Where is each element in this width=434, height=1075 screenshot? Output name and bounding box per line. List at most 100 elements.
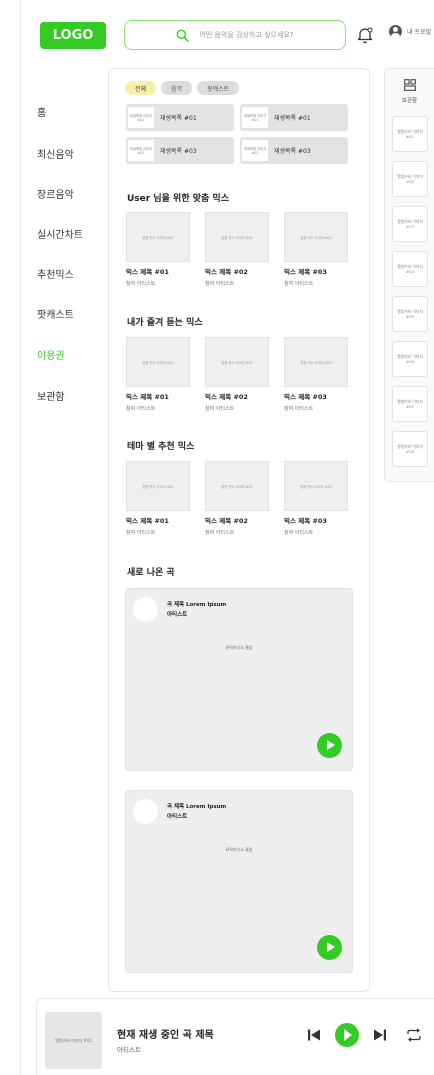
notification-bell-icon[interactable] bbox=[357, 26, 373, 44]
playlist-thumbnail: 재생목록 이미지 #01 bbox=[128, 107, 154, 128]
section-title: User 님을 위한 맞춤 믹스 bbox=[127, 194, 229, 204]
previous-icon[interactable] bbox=[307, 1028, 321, 1042]
section-title: 새로 나온 곡 bbox=[127, 568, 175, 578]
play-icon[interactable] bbox=[317, 935, 342, 960]
player-bar: 앨범커버 이미지 #01 현재 재생 중인 곡 제목 아티스트 bbox=[36, 998, 434, 1075]
mix-card[interactable]: 맞춤 믹스 이미지 #01 믹스 제목 #01 참여 아티스트 bbox=[126, 212, 190, 287]
new-song-card[interactable]: 곡 제목 Lorem Ipsum 아티스트 뮤직비디오 클립 bbox=[125, 588, 353, 771]
recent-playlist-card[interactable]: 재생목록 이미지 #01 재생목록 #01 bbox=[240, 104, 348, 131]
album-cover[interactable]: 앨범커버 이미지 #07 bbox=[392, 386, 428, 422]
mix-artist: 참여 아티스트 bbox=[205, 281, 235, 287]
song-artist-avatar bbox=[133, 799, 158, 824]
playlist-thumbnail: 재생목록 이미지 #03 bbox=[128, 140, 154, 161]
mix-thumbnail: 맞춤 믹스 이미지 #02 bbox=[205, 212, 269, 262]
sidebar-item-latest-music[interactable]: 최신음악 bbox=[37, 146, 74, 161]
mix-artist: 참여 아티스트 bbox=[205, 530, 235, 536]
mix-thumbnail: 맞춤 믹스 이미지 #03 bbox=[284, 212, 348, 262]
mix-card[interactable]: 맞춤 믹스 이미지 #03 믹스 제목 #03 참여 아티스트 bbox=[284, 337, 348, 412]
main-content: 전체 음악 팟캐스트 재생목록 이미지 #01 재생목록 #01 재생목록 이미… bbox=[108, 68, 370, 992]
section-title: 테마 별 추천 믹스 bbox=[127, 442, 195, 452]
sidebar-item-recommended-mix[interactable]: 추천믹스 bbox=[37, 266, 74, 281]
mix-card[interactable]: 맞춤 믹스 이미지 #03 믹스 제목 #03 참여 아티스트 bbox=[284, 461, 348, 536]
mix-thumbnail: 맞춤 믹스 이미지 #02 bbox=[205, 337, 269, 387]
mix-artist: 참여 아티스트 bbox=[126, 281, 156, 287]
mix-card[interactable]: 맞춤 믹스 이미지 #01 믹스 제목 #01 참여 아티스트 bbox=[126, 461, 190, 536]
logo[interactable]: LOGO bbox=[40, 22, 106, 49]
album-cover[interactable]: 앨범커버 이미지 #02 bbox=[392, 161, 428, 197]
mix-title: 믹스 제목 #03 bbox=[284, 393, 327, 401]
album-cover[interactable]: 앨범커버 이미지 #03 bbox=[392, 206, 428, 242]
recent-playlist-card[interactable]: 재생목록 이미지 #03 재생목록 #03 bbox=[126, 137, 234, 164]
chip-all[interactable]: 전체 bbox=[125, 81, 157, 95]
mix-title: 믹스 제목 #02 bbox=[205, 393, 248, 401]
mix-artist: 참여 아티스트 bbox=[126, 406, 156, 412]
profile-avatar-icon bbox=[389, 25, 402, 38]
mix-title: 믹스 제목 #01 bbox=[126, 393, 169, 401]
sidebar-item-home[interactable]: 홈 bbox=[37, 104, 46, 119]
music-video-clip[interactable]: 뮤직비디오 클립 bbox=[126, 847, 352, 853]
album-cover[interactable]: 앨범커버 이미지 #08 bbox=[392, 431, 428, 467]
mix-artist: 참여 아티스트 bbox=[126, 530, 156, 536]
library-label: 보관함 bbox=[401, 98, 418, 104]
playlist-thumbnail: 재생목록 이미지 #01 bbox=[242, 107, 268, 128]
mix-card[interactable]: 맞춤 믹스 이미지 #02 믹스 제목 #02 참여 아티스트 bbox=[205, 337, 269, 412]
mix-title: 믹스 제목 #01 bbox=[126, 517, 169, 525]
chip-podcast[interactable]: 팟캐스트 bbox=[197, 81, 240, 95]
song-title: 곡 제목 Lorem Ipsum bbox=[167, 804, 227, 810]
next-icon[interactable] bbox=[373, 1028, 387, 1042]
filter-chips: 전체 음악 팟캐스트 bbox=[125, 81, 240, 95]
recent-playlist-card[interactable]: 재생목록 이미지 #03 재생목록 #03 bbox=[240, 137, 348, 164]
mix-title: 믹스 제목 #03 bbox=[284, 268, 327, 276]
playlist-label: 재생목록 #01 bbox=[160, 115, 197, 122]
sidebar-item-genre-music[interactable]: 장르음악 bbox=[37, 186, 74, 201]
mix-title: 믹스 제목 #01 bbox=[126, 268, 169, 276]
mix-thumbnail: 맞춤 믹스 이미지 #01 bbox=[126, 337, 190, 387]
mix-title: 믹스 제목 #03 bbox=[284, 517, 327, 525]
playlist-label: 재생목록 #01 bbox=[274, 115, 311, 122]
mix-artist: 참여 아티스트 bbox=[205, 406, 235, 412]
album-cover[interactable]: 앨범커버 이미지 #06 bbox=[392, 341, 428, 377]
song-artist-avatar bbox=[133, 597, 158, 622]
song-artist: 아티스트 bbox=[167, 612, 188, 618]
sidebar-item-realtime-chart[interactable]: 실시간차트 bbox=[37, 226, 83, 241]
mix-card[interactable]: 맞춤 믹스 이미지 #02 믹스 제목 #02 참여 아티스트 bbox=[205, 212, 269, 287]
search-input[interactable]: 어떤 음악을 감상하고 싶으세요? bbox=[124, 20, 346, 50]
mix-card[interactable]: 맞춤 믹스 이미지 #01 믹스 제목 #01 참여 아티스트 bbox=[126, 337, 190, 412]
repeat-icon[interactable] bbox=[406, 1028, 422, 1042]
search-placeholder: 어떤 음악을 감상하고 싶으세요? bbox=[199, 31, 294, 39]
mix-artist: 참여 아티스트 bbox=[284, 281, 314, 287]
mix-thumbnail: 맞춤 믹스 이미지 #02 bbox=[205, 461, 269, 511]
mix-thumbnail: 맞춤 믹스 이미지 #03 bbox=[284, 461, 348, 511]
sidebar-item-library[interactable]: 보관함 bbox=[37, 388, 65, 403]
search-icon bbox=[177, 29, 190, 42]
mix-title: 믹스 제목 #02 bbox=[205, 517, 248, 525]
album-cover[interactable]: 앨범커버 이미지 #05 bbox=[392, 296, 428, 332]
mix-artist: 참여 아티스트 bbox=[284, 406, 314, 412]
now-playing-cover[interactable]: 앨범커버 이미지 #01 bbox=[45, 1012, 102, 1069]
playlist-label: 재생목록 #03 bbox=[160, 148, 197, 155]
play-icon[interactable] bbox=[335, 1023, 359, 1047]
mix-thumbnail: 맞춤 믹스 이미지 #01 bbox=[126, 461, 190, 511]
sidebar-item-subscription[interactable]: 이용권 bbox=[37, 347, 65, 362]
album-cover[interactable]: 앨범커버 이미지 #01 bbox=[392, 116, 428, 152]
music-video-clip[interactable]: 뮤직비디오 클립 bbox=[126, 645, 352, 651]
now-playing-artist: 아티스트 bbox=[117, 1046, 141, 1054]
recent-playlist-card[interactable]: 재생목록 이미지 #01 재생목록 #01 bbox=[126, 104, 234, 131]
sidebar-item-podcast[interactable]: 팟캐스트 bbox=[37, 306, 74, 321]
song-title: 곡 제목 Lorem Ipsum bbox=[167, 602, 227, 608]
library-panel: 보관함 앨범커버 이미지 #01 앨범커버 이미지 #02 앨범커버 이미지 #… bbox=[384, 68, 434, 482]
song-artist: 아티스트 bbox=[167, 814, 188, 820]
playlist-thumbnail: 재생목록 이미지 #03 bbox=[242, 140, 268, 161]
chip-music[interactable]: 음악 bbox=[161, 81, 193, 95]
album-cover[interactable]: 앨범커버 이미지 #04 bbox=[392, 251, 428, 287]
profile-label: 내 프로필 bbox=[407, 29, 431, 36]
library-icon[interactable] bbox=[404, 79, 416, 91]
mix-title: 믹스 제목 #02 bbox=[205, 268, 248, 276]
now-playing-title: 현재 재생 중인 곡 제목 bbox=[117, 1030, 214, 1041]
profile-button[interactable]: 내 프로필 bbox=[389, 25, 431, 38]
new-song-card[interactable]: 곡 제목 Lorem Ipsum 아티스트 뮤직비디오 클립 bbox=[125, 790, 353, 973]
mix-card[interactable]: 맞춤 믹스 이미지 #02 믹스 제목 #02 참여 아티스트 bbox=[205, 461, 269, 536]
play-icon[interactable] bbox=[317, 733, 342, 758]
mix-card[interactable]: 맞춤 믹스 이미지 #03 믹스 제목 #03 참여 아티스트 bbox=[284, 212, 348, 287]
section-title: 내가 즐겨 듣는 믹스 bbox=[127, 318, 203, 328]
